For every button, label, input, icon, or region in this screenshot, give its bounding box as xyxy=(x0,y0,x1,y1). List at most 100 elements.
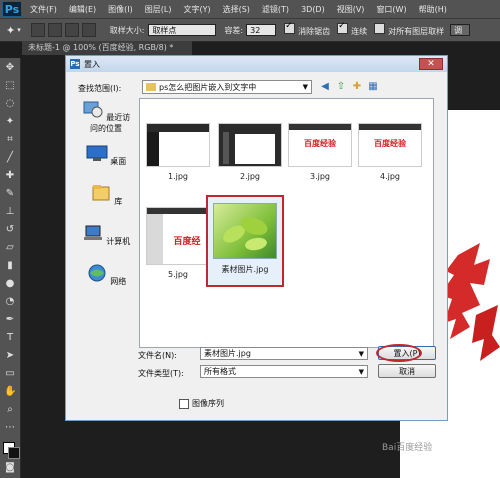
file-item-selected[interactable]: 素材图片.jpg xyxy=(206,195,284,287)
more-tools-icon[interactable]: ⋯ xyxy=(4,422,16,434)
filetype-select[interactable]: 所有格式 ▼ xyxy=(200,365,368,378)
background-color-swatch[interactable] xyxy=(8,447,20,459)
chevron-down-icon: ▼ xyxy=(358,367,364,376)
magic-wand-icon[interactable]: ✦ xyxy=(6,24,15,37)
file-item[interactable]: 1.jpg xyxy=(146,123,210,181)
menu-bar: Ps 文件(F) 编辑(E) 图像(I) 图层(L) 文字(Y) 选择(S) 滤… xyxy=(0,0,500,18)
eyedropper-tool-icon[interactable]: ╱ xyxy=(4,152,16,164)
eraser-tool-icon[interactable]: ▱ xyxy=(4,242,16,254)
filetype-value: 所有格式 xyxy=(204,367,236,376)
new-folder-icon[interactable]: ✚ xyxy=(350,80,364,94)
antialias-checkbox[interactable]: 消除锯齿 xyxy=(284,21,330,37)
add-selection-button[interactable] xyxy=(47,23,62,37)
file-item[interactable]: 百度经验 4.jpg xyxy=(358,123,422,181)
file-thumbnail xyxy=(218,123,282,167)
libraries-icon xyxy=(92,185,110,201)
shape-tool-icon[interactable]: ▭ xyxy=(4,368,16,380)
crop-tool-icon[interactable]: ⌗ xyxy=(4,134,16,146)
zoom-tool-icon[interactable]: ⌕ xyxy=(4,404,16,416)
thumb-text: 百度经验 xyxy=(374,139,406,148)
blur-tool-icon[interactable]: ● xyxy=(4,278,16,290)
document-tab[interactable]: 未标题-1 @ 100% (百度经验, RGB/8) * xyxy=(22,41,192,55)
refine-edge-label: 调 xyxy=(454,25,463,35)
move-tool-icon[interactable]: ✥ xyxy=(4,62,16,74)
highlight-circle xyxy=(376,344,422,362)
subtract-selection-button[interactable] xyxy=(64,23,79,37)
file-list[interactable]: 1.jpg 2.jpg 百度经验 3.jpg 百度经验 4.jpg 百度经 5.… xyxy=(139,98,434,348)
file-item[interactable]: 百度经 5.jpg xyxy=(146,207,210,279)
watermark: Bai百度经验 xyxy=(382,443,433,453)
file-name: 4.jpg xyxy=(379,172,400,181)
look-in-select[interactable]: ps怎么把图片嵌入到文字中 ▼ xyxy=(142,80,312,94)
intersect-selection-button[interactable] xyxy=(81,23,96,37)
magic-wand-tool-icon[interactable]: ✦ xyxy=(4,116,16,128)
photoshop-app-icon: Ps xyxy=(70,59,80,69)
image-sequence-checkbox[interactable]: 图像序列 xyxy=(179,398,224,409)
dialog-titlebar[interactable]: Ps 置入 ✕ xyxy=(66,56,447,72)
place-desktop-label: 桌面 xyxy=(110,157,127,166)
menu-select[interactable]: 选择(S) xyxy=(223,4,250,15)
place-libraries[interactable]: 库 xyxy=(78,184,134,207)
leaves-image xyxy=(223,217,268,251)
menu-view[interactable]: 视图(V) xyxy=(337,4,365,15)
all-layers-label: 对所有图层取样 xyxy=(388,27,445,36)
file-item[interactable]: 2.jpg xyxy=(218,123,282,181)
back-icon[interactable]: ◀ xyxy=(318,80,332,94)
pen-tool-icon[interactable]: ✒ xyxy=(4,314,16,326)
menu-layer[interactable]: 图层(L) xyxy=(145,4,172,15)
menu-image[interactable]: 图像(I) xyxy=(108,4,133,15)
place-network[interactable]: 网络 xyxy=(78,264,134,287)
tolerance-label: 容差: xyxy=(224,25,244,35)
thumb-text: 百度经验 xyxy=(304,139,336,148)
marquee-tool-icon[interactable]: ⬚ xyxy=(4,80,16,92)
menu-type[interactable]: 文字(Y) xyxy=(183,4,210,15)
menu-filter[interactable]: 滤镜(T) xyxy=(262,4,289,15)
view-menu-icon[interactable]: ▦ xyxy=(366,80,380,94)
refine-edge-button[interactable]: 调 xyxy=(450,24,471,36)
sample-size-select[interactable]: 取样点 xyxy=(148,24,217,36)
gradient-tool-icon[interactable]: ▮ xyxy=(4,260,16,272)
close-button[interactable]: ✕ xyxy=(419,58,443,70)
brush-tool-icon[interactable]: ✎ xyxy=(4,188,16,200)
file-thumbnail xyxy=(213,203,277,259)
filename-label: 文件名(N): xyxy=(138,351,177,360)
place-computer-label: 计算机 xyxy=(106,237,131,246)
place-desktop[interactable]: 桌面 xyxy=(78,144,134,167)
places-bar: 最近访问的位置 桌面 库 计算机 网络 xyxy=(78,94,134,314)
all-layers-checkbox[interactable]: 对所有图层取样 xyxy=(374,23,444,37)
lasso-tool-icon[interactable]: ◌ xyxy=(4,98,16,110)
recent-places-icon xyxy=(83,101,103,118)
file-thumbnail xyxy=(146,123,210,167)
file-thumbnail: 百度经验 xyxy=(288,123,352,167)
path-select-icon[interactable]: ➤ xyxy=(4,350,16,362)
new-selection-button[interactable] xyxy=(30,23,45,37)
tolerance-input[interactable]: 32 xyxy=(246,24,277,36)
chevron-down-icon[interactable]: ▾ xyxy=(17,26,21,34)
stamp-tool-icon[interactable]: ⊥ xyxy=(4,206,16,218)
filename-input[interactable]: 素材图片.jpg ▼ xyxy=(200,347,368,360)
file-item[interactable]: 百度经验 3.jpg xyxy=(288,123,352,181)
menu-help[interactable]: 帮助(H) xyxy=(419,4,447,15)
desktop-icon xyxy=(86,145,108,161)
place-computer[interactable]: 计算机 xyxy=(78,224,134,247)
toolbox: ✥ ⬚ ◌ ✦ ⌗ ╱ ✚ ✎ ⊥ ↺ ▱ ▮ ● ◔ ✒ T ➤ ▭ ✋ ⌕ … xyxy=(0,58,21,478)
file-name: 5.jpg xyxy=(167,270,188,279)
cancel-button[interactable]: 取消 xyxy=(378,364,436,378)
menu-window[interactable]: 窗口(W) xyxy=(376,4,406,15)
place-recent[interactable]: 最近访问的位置 xyxy=(78,100,134,134)
history-brush-icon[interactable]: ↺ xyxy=(4,224,16,236)
file-thumbnail: 百度经验 xyxy=(358,123,422,167)
look-in-label: 查找范围(I): xyxy=(78,84,122,93)
hand-tool-icon[interactable]: ✋ xyxy=(4,386,16,398)
menu-3d[interactable]: 3D(D) xyxy=(301,5,325,14)
quick-mask-icon[interactable]: ◙ xyxy=(4,462,16,474)
menu-edit[interactable]: 编辑(E) xyxy=(69,4,96,15)
sample-size-label: 取样大小: xyxy=(109,25,145,35)
file-name: 1.jpg xyxy=(167,172,188,181)
contiguous-checkbox[interactable]: 连续 xyxy=(337,21,367,37)
healing-tool-icon[interactable]: ✚ xyxy=(4,170,16,182)
type-tool-icon[interactable]: T xyxy=(4,332,16,344)
up-folder-icon[interactable]: ⇧ xyxy=(334,80,348,94)
menu-file[interactable]: 文件(F) xyxy=(30,4,57,15)
dodge-tool-icon[interactable]: ◔ xyxy=(4,296,16,308)
